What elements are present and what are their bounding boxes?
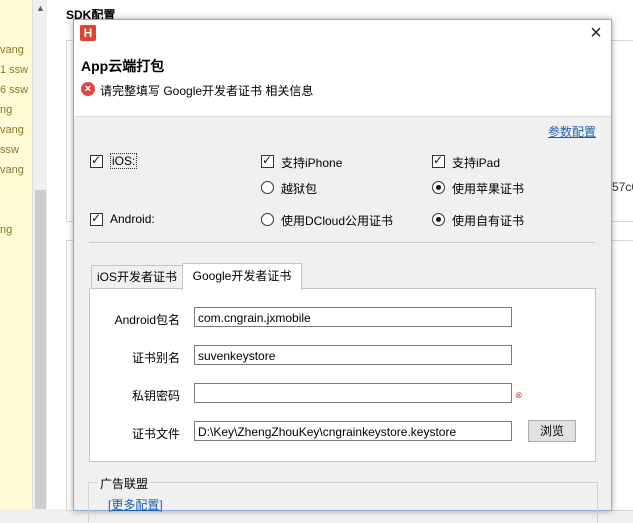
hbuilder-logo-icon: H — [80, 25, 96, 41]
own-cert-label: 使用自有证书 — [452, 214, 525, 228]
scroll-up-icon[interactable]: ▲ — [36, 3, 45, 13]
sidebar-line: ssw — [0, 144, 19, 156]
ios-checkbox[interactable] — [90, 153, 103, 168]
sidebar-line: 6 ssw — [0, 84, 29, 96]
apple-cert-radio[interactable] — [432, 181, 445, 194]
app-cloud-pack-dialog: H × App云端打包 × 请完整填写 Google开发者证书 相关信息 参数配… — [73, 19, 612, 523]
support-ipad-label: 支持iPad — [452, 156, 501, 170]
more-config-link[interactable]: [更多配置] — [108, 496, 163, 513]
tab-ios-cert[interactable]: iOS开发者证书 — [91, 265, 183, 288]
sidebar-line: vang — [0, 164, 24, 176]
sidebar-line: ng — [0, 224, 13, 236]
ad-alliance-group — [88, 482, 598, 523]
error-icon: × — [81, 82, 95, 96]
sidebar-line: ng — [0, 104, 13, 116]
background-sidebar: vang 1 ssw 6 ssw vang ssw vang ng ng — [0, 0, 33, 509]
close-button[interactable]: × — [586, 23, 606, 44]
ad-alliance-title: 广告联盟 — [98, 475, 151, 492]
scrollbar-thumb[interactable] — [35, 190, 46, 509]
android-label: Android: — [110, 212, 155, 226]
private-key-password-input[interactable] — [194, 383, 512, 403]
cert-file-input[interactable]: D:\Key\ZhengZhouKey\cngrainkeystore.keys… — [194, 421, 512, 441]
support-iphone-label: 支持iPhone — [281, 156, 343, 170]
support-iphone-checkbox[interactable] — [261, 153, 274, 168]
sidebar-line: vang — [0, 124, 24, 136]
private-key-password-label: 私钥密码 — [131, 389, 180, 403]
apple-cert-label: 使用苹果证书 — [452, 182, 525, 196]
sidebar-line: vang — [0, 44, 24, 56]
cert-file-label: 证书文件 — [131, 427, 180, 441]
dcloud-cert-label: 使用DCloud公用证书 — [281, 214, 394, 228]
jailbreak-label: 越狱包 — [281, 182, 318, 196]
tab-google-cert[interactable]: Google开发者证书 — [182, 263, 302, 290]
dialog-header: H × App云端打包 × 请完整填写 Google开发者证书 相关信息 — [74, 20, 611, 117]
cert-alias-input[interactable]: suvenkeystore — [194, 345, 512, 365]
sidebar-line: 1 ssw — [0, 64, 29, 76]
required-error-icon: ⊗ — [515, 390, 523, 400]
package-name-label: Android包名 — [114, 313, 180, 327]
jailbreak-radio[interactable] — [261, 181, 274, 194]
dialog-title: App云端打包 — [81, 58, 165, 74]
background-scrollbar[interactable]: ▲ — [32, 0, 48, 509]
package-name-input[interactable]: com.cngrain.jxmobile — [194, 307, 512, 327]
cert-alias-label: 证书别名 — [131, 351, 180, 365]
ios-label: iOS: — [110, 153, 138, 169]
android-checkbox[interactable] — [90, 211, 103, 226]
background-text-fragment: 57c6 — [612, 180, 633, 194]
browse-button[interactable]: 浏览 — [528, 420, 576, 442]
support-ipad-checkbox[interactable] — [432, 153, 445, 168]
dcloud-cert-radio[interactable] — [261, 213, 274, 226]
params-config-link[interactable]: 参数配置 — [548, 123, 596, 140]
own-cert-radio[interactable] — [432, 213, 445, 226]
divider — [89, 242, 595, 243]
error-message: 请完整填写 Google开发者证书 相关信息 — [100, 84, 314, 98]
